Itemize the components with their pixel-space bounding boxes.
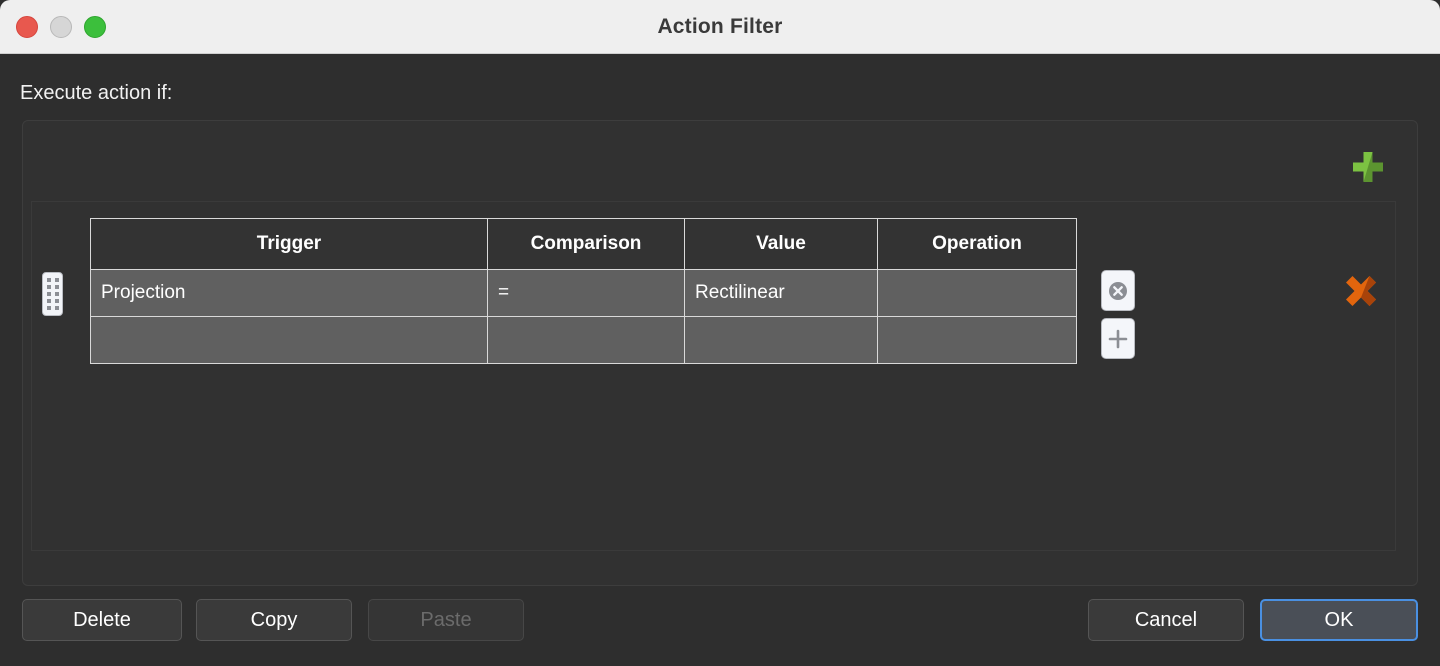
paste-button: Paste bbox=[368, 599, 524, 641]
add-group-icon[interactable] bbox=[1349, 148, 1387, 186]
table-row bbox=[90, 316, 1077, 364]
plus-icon bbox=[1108, 329, 1128, 348]
green-plus-icon bbox=[1353, 152, 1383, 182]
column-header-comparison[interactable]: Comparison bbox=[487, 218, 685, 270]
execute-action-if-label: Execute action if: bbox=[20, 82, 173, 104]
cell-operation[interactable] bbox=[877, 269, 1077, 317]
add-condition-button[interactable] bbox=[1101, 318, 1135, 359]
red-x-icon bbox=[1346, 276, 1376, 306]
remove-group-icon[interactable] bbox=[1342, 272, 1380, 310]
window-titlebar: Action Filter bbox=[0, 0, 1440, 54]
column-header-trigger[interactable]: Trigger bbox=[90, 218, 488, 270]
copy-button[interactable]: Copy bbox=[196, 599, 352, 641]
conditions-panel: Trigger Comparison Value Operation Proje… bbox=[31, 201, 1396, 551]
circle-x-icon bbox=[1109, 281, 1127, 300]
cell-value[interactable] bbox=[684, 316, 878, 364]
dialog-body: Execute action if: Trigger Comparison Va… bbox=[0, 54, 1440, 666]
drag-dots bbox=[46, 278, 59, 310]
drag-handle-icon[interactable] bbox=[42, 272, 63, 316]
conditions-table-wrap: Trigger Comparison Value Operation Proje… bbox=[90, 218, 1077, 364]
cell-comparison[interactable]: = bbox=[487, 269, 685, 317]
window-title: Action Filter bbox=[657, 15, 783, 38]
cell-value[interactable]: Rectilinear bbox=[684, 269, 878, 317]
cancel-button[interactable]: Cancel bbox=[1088, 599, 1244, 641]
delete-button[interactable]: Delete bbox=[22, 599, 182, 641]
cell-operation[interactable] bbox=[877, 316, 1077, 364]
conditions-table: Trigger Comparison Value Operation Proje… bbox=[90, 218, 1077, 364]
ok-button[interactable]: OK bbox=[1260, 599, 1418, 641]
cell-trigger[interactable] bbox=[90, 316, 488, 364]
remove-condition-button[interactable] bbox=[1101, 270, 1135, 311]
cell-comparison[interactable] bbox=[487, 316, 685, 364]
column-header-operation[interactable]: Operation bbox=[877, 218, 1077, 270]
filter-group-panel: Trigger Comparison Value Operation Proje… bbox=[22, 120, 1418, 586]
cell-trigger[interactable]: Projection bbox=[90, 269, 488, 317]
table-header-row: Trigger Comparison Value Operation bbox=[90, 218, 1077, 270]
column-header-value[interactable]: Value bbox=[684, 218, 878, 270]
dialog-footer: Delete Copy Paste Cancel OK bbox=[0, 599, 1440, 659]
table-row: Projection = Rectilinear bbox=[90, 269, 1077, 317]
